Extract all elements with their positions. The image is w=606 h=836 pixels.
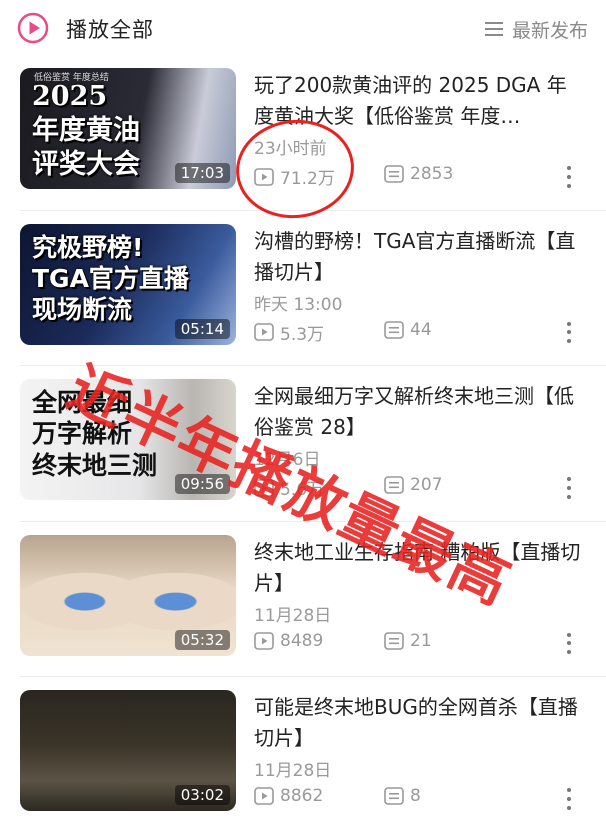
video-item[interactable]: 究极野榜! TGA官方直播 现场断流 05:14 沟槽的野榜！TGA官方直播断流… bbox=[0, 209, 606, 366]
comment-count: 2853 bbox=[384, 164, 453, 184]
video-title[interactable]: 终末地工业生存指南 糟粕版【直播切片】 bbox=[254, 537, 586, 599]
video-item[interactable]: 全网最细 万字解析 终末地三测 09:56 全网最细万字又解析终末地三测【低俗鉴… bbox=[0, 365, 606, 521]
video-title[interactable]: 玩了200款黄油评的 2025 DGA 年度黄油大奖【低俗鉴赏 年度… bbox=[254, 70, 586, 132]
publish-date: 23小时前 bbox=[254, 139, 327, 159]
thumbnail-text: 2025 年度黄油 评奖大会 bbox=[32, 81, 140, 180]
video-title[interactable]: 可能是终末地BUG的全网首杀【直播切片】 bbox=[254, 692, 586, 754]
play-circle-icon[interactable] bbox=[17, 12, 49, 44]
view-count: 71.2万 bbox=[254, 164, 335, 189]
publish-date: 11月28日 bbox=[254, 605, 332, 626]
video-stats: 8489 21 bbox=[254, 631, 594, 657]
comment-icon bbox=[384, 631, 404, 650]
comment-count: 44 bbox=[384, 320, 432, 340]
thumbnail-text: 究极野榜! TGA官方直播 现场断流 bbox=[32, 232, 189, 325]
video-stats: 5.6万 207 bbox=[254, 475, 594, 501]
video-duration: 05:32 bbox=[174, 629, 230, 650]
more-options-icon[interactable] bbox=[566, 164, 572, 190]
video-duration: 03:02 bbox=[174, 785, 230, 805]
video-stats: 5.3万 44 bbox=[254, 320, 594, 346]
play-count-icon bbox=[254, 787, 274, 805]
video-duration: 09:56 bbox=[174, 474, 230, 494]
video-duration: 05:14 bbox=[174, 318, 230, 339]
play-count-icon bbox=[254, 478, 274, 497]
comment-count: 207 bbox=[384, 475, 442, 495]
video-item[interactable]: 低俗鉴赏 年度总结 2025 年度黄油 评奖大会 17:03 玩了200款黄油评… bbox=[0, 54, 606, 210]
comment-icon bbox=[384, 787, 404, 805]
video-thumbnail[interactable]: 低俗鉴赏 年度总结 2025 年度黄油 评奖大会 17:03 bbox=[20, 68, 236, 189]
sort-button[interactable]: 最新发布 bbox=[484, 14, 588, 44]
list-header: 播放全部 最新发布 bbox=[0, 0, 606, 58]
video-item[interactable]: 03:02 可能是终末地BUG的全网首杀【直播切片】 11月28日 8862 8 bbox=[0, 676, 606, 832]
comment-count: 21 bbox=[384, 631, 432, 651]
view-count: 5.6万 bbox=[254, 475, 324, 500]
view-count: 8489 bbox=[254, 631, 323, 651]
more-options-icon[interactable] bbox=[566, 631, 572, 657]
comment-count: 8 bbox=[384, 786, 421, 806]
video-stats: 71.2万 2853 bbox=[254, 164, 594, 190]
video-thumbnail[interactable]: 究极野榜! TGA官方直播 现场断流 05:14 bbox=[20, 223, 236, 345]
video-item[interactable]: 05:32 终末地工业生存指南 糟粕版【直播切片】 11月28日 8489 21 bbox=[0, 520, 606, 677]
more-options-icon[interactable] bbox=[566, 786, 572, 812]
sort-label: 最新发布 bbox=[511, 19, 588, 42]
play-count-icon bbox=[254, 167, 274, 186]
publish-date: 12月6日 bbox=[254, 450, 321, 470]
view-count: 5.3万 bbox=[254, 320, 324, 345]
video-list: 低俗鉴赏 年度总结 2025 年度黄油 评奖大会 17:03 玩了200款黄油评… bbox=[0, 54, 606, 832]
view-count: 8862 bbox=[254, 786, 323, 806]
publish-date: 11月28日 bbox=[254, 761, 332, 781]
video-duration: 17:03 bbox=[174, 163, 230, 183]
thumbnail-text: 全网最细 万字解析 终末地三测 bbox=[32, 388, 158, 480]
play-all-button[interactable]: 播放全部 bbox=[66, 14, 154, 44]
video-thumbnail[interactable]: 03:02 bbox=[20, 690, 236, 811]
more-options-icon[interactable] bbox=[566, 475, 572, 501]
video-stats: 8862 8 bbox=[254, 786, 594, 812]
play-count-icon bbox=[254, 323, 274, 341]
video-title[interactable]: 沟槽的野榜！TGA官方直播断流【直播切片】 bbox=[254, 226, 586, 288]
publish-date: 昨天 13:00 bbox=[254, 294, 343, 315]
video-thumbnail[interactable]: 全网最细 万字解析 终末地三测 09:56 bbox=[20, 379, 236, 500]
video-title[interactable]: 全网最细万字又解析终末地三测【低俗鉴赏 28】 bbox=[254, 381, 586, 443]
play-count-icon bbox=[254, 631, 274, 650]
comment-icon bbox=[384, 476, 404, 494]
list-sort-icon bbox=[484, 22, 503, 36]
more-options-icon[interactable] bbox=[566, 320, 572, 346]
video-thumbnail[interactable]: 05:32 bbox=[20, 534, 236, 656]
comment-icon bbox=[384, 320, 404, 339]
comment-icon bbox=[384, 165, 404, 183]
